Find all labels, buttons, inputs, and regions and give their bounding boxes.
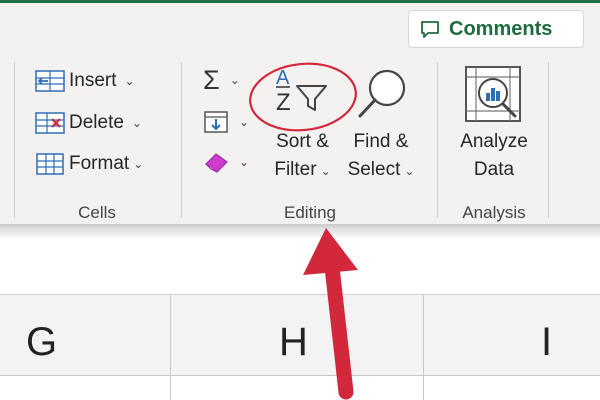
pointer-arrow-head [303,228,358,275]
highlight-circle [249,62,357,132]
pointer-arrow-shaft [323,250,354,400]
annotation-overlay [249,62,358,400]
